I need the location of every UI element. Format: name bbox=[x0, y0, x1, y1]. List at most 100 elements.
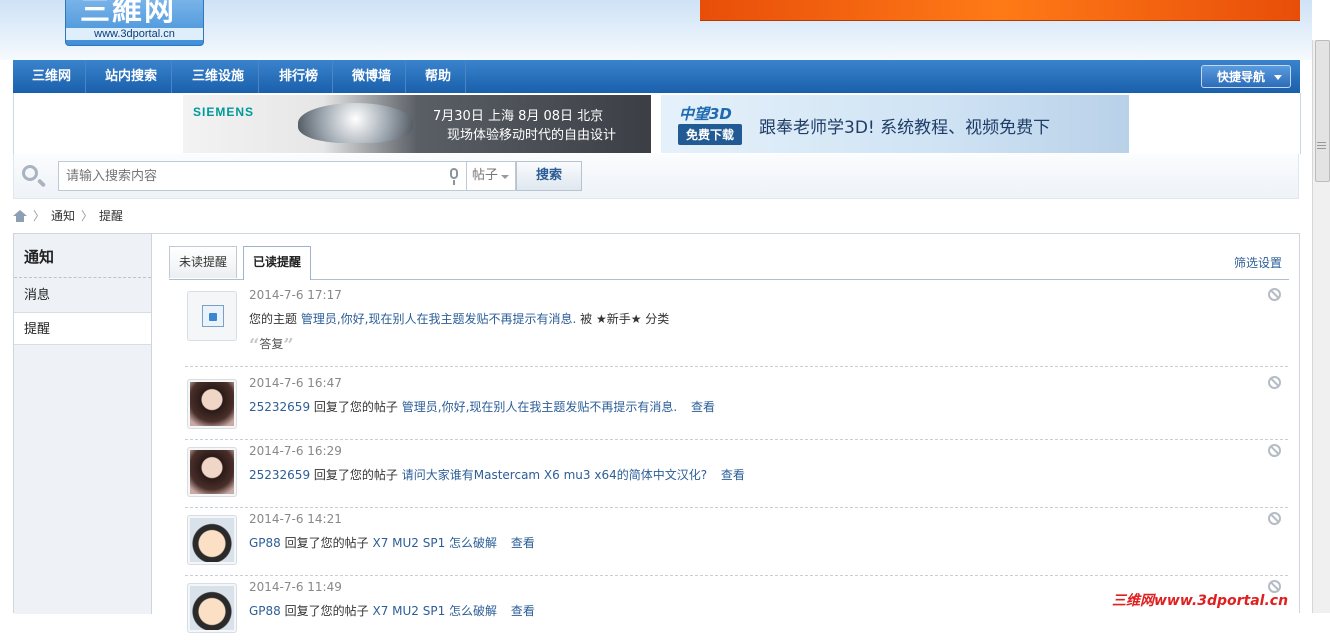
quick-nav-button[interactable]: 快捷导航 bbox=[1201, 65, 1291, 88]
notice-body: GP88 回复了您的帖子 X7 MU2 SP1 怎么破解 查看 bbox=[249, 534, 535, 551]
notice-action: 回复了您的帖子 bbox=[313, 400, 398, 414]
quick-nav-label: 快捷导航 bbox=[1217, 70, 1266, 84]
open-quote-icon: “ bbox=[249, 335, 260, 356]
nav-item-search[interactable]: 站内搜索 bbox=[91, 60, 173, 93]
search-type-select[interactable]: 帖子 bbox=[466, 161, 516, 191]
list-item: 2014-7-6 17:17 您的主题 管理员,你好,现在别人在我主题发贴不再提… bbox=[185, 283, 1288, 367]
notice-thread-link[interactable]: 请问大家谁有Mastercam X6 mu3 x64的简体中文汉化? bbox=[402, 468, 707, 482]
notice-prefix: 您的主题 bbox=[249, 312, 298, 326]
siemens-ad-banner[interactable]: SIEMENS 7月30日 上海 8月 08日 北京 现场体验移动时代的自由设计 bbox=[183, 95, 651, 153]
notice-time: 2014-7-6 17:17 bbox=[249, 288, 342, 302]
notice-time: 2014-7-6 14:21 bbox=[249, 512, 342, 526]
microphone-icon[interactable] bbox=[450, 168, 458, 185]
ad-slogan: 跟奉老师学3D! 系统教程、视频免费下 bbox=[759, 118, 1051, 138]
breadcrumb-separator: 〉 bbox=[81, 209, 94, 223]
search-button[interactable]: 搜索 bbox=[516, 161, 582, 191]
search-type-value: 帖子 bbox=[472, 168, 499, 183]
ad-line-2: 现场体验移动时代的自由设计 bbox=[447, 128, 617, 143]
notice-time: 2014-7-6 16:47 bbox=[249, 376, 342, 390]
notice-body: 您的主题 管理员,你好,现在别人在我主题发贴不再提示有消息. 被 ★新手★ 分类 bbox=[249, 310, 669, 327]
ad-download-badge: 免费下载 bbox=[678, 124, 743, 145]
notice-thread-link[interactable]: 管理员,你好,现在别人在我主题发贴不再提示有消息. bbox=[301, 312, 576, 326]
ignore-icon[interactable] bbox=[1268, 376, 1281, 389]
breadcrumb-notice[interactable]: 通知 bbox=[51, 209, 75, 223]
notice-body: 25232659 回复了您的帖子 请问大家谁有Mastercam X6 mu3 … bbox=[249, 466, 745, 483]
ad-brand: SIEMENS bbox=[193, 105, 255, 119]
user-photo bbox=[190, 586, 234, 630]
main-navbar: 三维网 站内搜索 三维设施 排行榜 微博墙 帮助 bbox=[13, 60, 1300, 94]
tab-unread[interactable]: 未读提醒 bbox=[169, 246, 238, 278]
avatar[interactable] bbox=[187, 291, 237, 341]
ad-brand: 中望3D bbox=[679, 105, 732, 123]
tab-bar: 未读提醒 已读提醒 筛选设置 bbox=[169, 244, 1289, 280]
nav-item-home[interactable]: 三维网 bbox=[18, 60, 87, 93]
sidebar-divider bbox=[14, 277, 151, 278]
logo-url: www.3dportal.cn bbox=[66, 28, 203, 40]
notice-action: 回复了您的帖子 bbox=[284, 604, 369, 618]
notice-user-link[interactable]: GP88 bbox=[249, 536, 281, 550]
chevron-down-icon bbox=[1274, 75, 1282, 80]
scrollbar-thumb[interactable] bbox=[1315, 40, 1330, 182]
ignore-icon[interactable] bbox=[1268, 444, 1281, 457]
nav-item-weibo[interactable]: 微博墙 bbox=[338, 60, 407, 93]
ignore-icon[interactable] bbox=[1268, 288, 1281, 301]
avatar[interactable] bbox=[187, 447, 237, 497]
nav-item-help[interactable]: 帮助 bbox=[411, 60, 467, 93]
notice-thread-link[interactable]: X7 MU2 SP1 怎么破解 bbox=[372, 536, 497, 550]
site-logo[interactable]: 三維网 www.3dportal.cn bbox=[65, 0, 204, 46]
notice-thread-link[interactable]: X7 MU2 SP1 怎么破解 bbox=[372, 604, 497, 618]
notice-time: 2014-7-6 11:49 bbox=[249, 580, 342, 594]
nav-item-ranking[interactable]: 排行榜 bbox=[265, 60, 334, 93]
nav-item-facilities[interactable]: 三维设施 bbox=[178, 60, 260, 93]
notice-user-link[interactable]: GP88 bbox=[249, 604, 281, 618]
notice-action: 回复了您的帖子 bbox=[284, 536, 369, 550]
page-scrollbar[interactable] bbox=[1312, 40, 1330, 613]
chevron-down-icon bbox=[501, 175, 509, 179]
notice-view-link[interactable]: 查看 bbox=[721, 468, 745, 482]
ad-line-1: 7月30日 上海 8月 08日 北京 bbox=[433, 109, 604, 124]
ignore-icon[interactable] bbox=[1268, 512, 1281, 525]
filter-settings-link[interactable]: 筛选设置 bbox=[1234, 254, 1282, 271]
notice-body: GP88 回复了您的帖子 X7 MU2 SP1 怎么破解 查看 bbox=[249, 602, 535, 619]
watermark: 三维网www.3dportal.cn bbox=[1112, 593, 1289, 609]
avatar[interactable] bbox=[187, 379, 237, 429]
scrollbar-grip-icon bbox=[1317, 142, 1326, 143]
list-item: 2014-7-6 16:47 25232659 回复了您的帖子 管理员,你好,现… bbox=[185, 371, 1288, 440]
sidebar-item-reminders[interactable]: 提醒 bbox=[14, 312, 151, 345]
list-item: 2014-7-6 14:21 GP88 回复了您的帖子 X7 MU2 SP1 怎… bbox=[185, 507, 1288, 576]
notice-reply[interactable]: “答复” bbox=[249, 335, 294, 356]
notice-view-link[interactable]: 查看 bbox=[691, 400, 715, 414]
reply-label: 答复 bbox=[259, 337, 284, 351]
system-notice-icon bbox=[202, 305, 224, 327]
tab-read[interactable]: 已读提醒 bbox=[243, 246, 312, 280]
main-container: 通知 消息 提醒 未读提醒 已读提醒 筛选设置 2014-7-6 17:17 您… bbox=[13, 233, 1300, 633]
notice-suffix: 被 ★新手★ 分类 bbox=[580, 312, 670, 326]
breadcrumb-reminder: 提醒 bbox=[99, 209, 124, 223]
notice-thread-link[interactable]: 管理员,你好,现在别人在我主题发贴不再提示有消息. bbox=[402, 400, 677, 414]
ad-car-image bbox=[298, 103, 413, 143]
zw3d-ad-banner[interactable]: 中望3D 免费下载 跟奉老师学3D! 系统教程、视频免费下 bbox=[661, 95, 1129, 153]
sidebar: 通知 消息 提醒 bbox=[14, 234, 152, 614]
logo-text: 三維网 bbox=[80, 0, 176, 28]
user-photo bbox=[190, 518, 234, 562]
search-input[interactable] bbox=[58, 161, 466, 191]
notice-action: 回复了您的帖子 bbox=[313, 468, 398, 482]
notice-view-link[interactable]: 查看 bbox=[511, 604, 535, 618]
list-item: 2014-7-6 16:29 25232659 回复了您的帖子 请问大家谁有Ma… bbox=[185, 439, 1288, 508]
breadcrumb-separator: 〉 bbox=[33, 209, 46, 223]
avatar[interactable] bbox=[187, 583, 237, 633]
close-quote-icon: ” bbox=[283, 335, 294, 356]
sidebar-title: 通知 bbox=[24, 248, 55, 266]
top-banner-ad[interactable] bbox=[700, 0, 1300, 21]
notice-view-link[interactable]: 查看 bbox=[511, 536, 535, 550]
sidebar-item-messages[interactable]: 消息 bbox=[14, 279, 151, 312]
notice-user-link[interactable]: 25232659 bbox=[249, 468, 310, 482]
notice-time: 2014-7-6 16:29 bbox=[249, 444, 342, 458]
user-photo bbox=[190, 382, 234, 426]
notice-body: 25232659 回复了您的帖子 管理员,你好,现在别人在我主题发贴不再提示有消… bbox=[249, 398, 715, 415]
avatar[interactable] bbox=[187, 515, 237, 565]
home-icon[interactable] bbox=[13, 210, 27, 222]
notice-user-link[interactable]: 25232659 bbox=[249, 400, 310, 414]
search-icon bbox=[22, 165, 38, 181]
breadcrumb: 〉通知〉提醒 bbox=[13, 208, 123, 224]
